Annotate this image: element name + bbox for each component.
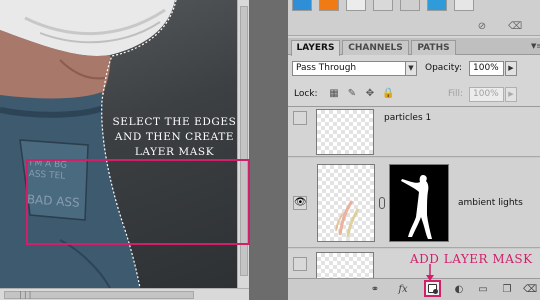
opacity-slider-arrow-icon[interactable]: ▶	[505, 61, 517, 76]
folder-icon[interactable]: ▭	[476, 284, 490, 296]
swatch[interactable]	[319, 0, 339, 11]
swatch[interactable]	[427, 0, 447, 11]
lock-label: Lock:	[294, 89, 318, 99]
trash-icon[interactable]: ⌫	[523, 284, 537, 296]
fill-label: Fill:	[448, 89, 464, 99]
tab-channels[interactable]: CHANNELS	[342, 40, 409, 55]
selected-layer-highlight	[26, 159, 250, 245]
layer-mask-thumbnail[interactable]	[389, 164, 449, 242]
lock-position-icon[interactable]: ✥	[364, 88, 376, 100]
layers-bottom-bar: ⚭ fx ◐ ▭ ❐ ⌫	[288, 278, 540, 300]
swatch[interactable]	[400, 0, 420, 11]
opacity-field[interactable]: 100%	[469, 61, 504, 76]
adjustment-icon[interactable]: ◐	[452, 284, 466, 296]
opacity-label: Opacity:	[425, 63, 462, 73]
callout-arrow-icon	[426, 264, 434, 281]
scroll-grip-icon: |||	[18, 290, 33, 299]
link-icon[interactable]: ⚭	[368, 284, 382, 296]
no-icon[interactable]: ⊘	[476, 21, 488, 33]
eye-icon[interactable]: 👁	[293, 196, 307, 210]
fx-icon[interactable]: fx	[396, 284, 410, 296]
visibility-toggle[interactable]	[293, 111, 307, 125]
horizontal-scrollbar[interactable]: |||	[0, 288, 249, 300]
mask-link-icon[interactable]	[379, 197, 385, 209]
photoshop-window: I'M A BG ASS TEL BAD ASS SELECT THE EDGE…	[0, 0, 540, 300]
tutorial-note-line: SELECT THE EDGES	[112, 116, 237, 128]
layer-name[interactable]: particles 1	[384, 113, 431, 123]
panel-menu-icon[interactable]: ▼≡	[531, 42, 540, 50]
new-layer-icon[interactable]: ❐	[500, 284, 514, 296]
chevron-down-icon[interactable]: ▼	[405, 61, 417, 76]
lock-all-icon[interactable]: 🔒	[382, 88, 394, 100]
layer-name[interactable]: ambient lights	[458, 198, 523, 208]
panel-tabs: LAYERS CHANNELS PATHS	[288, 38, 540, 56]
layer-row-selected[interactable]: 👁 ambient lights	[288, 158, 540, 248]
swatch[interactable]	[292, 0, 312, 11]
blend-mode-select[interactable]: Pass Through	[292, 61, 416, 76]
add-layer-mask-icon	[428, 284, 438, 294]
lock-transparent-icon[interactable]: ▦	[328, 88, 340, 100]
panel-divider	[249, 0, 288, 300]
layer-thumbnail[interactable]	[316, 109, 374, 155]
dancer-silhouette	[401, 175, 432, 239]
visibility-toggle[interactable]	[293, 257, 307, 271]
horizontal-scroll-thumb[interactable]	[4, 291, 194, 299]
lock-image-icon[interactable]: ✎	[346, 88, 358, 100]
layer-thumbnail[interactable]	[316, 252, 374, 279]
tab-paths[interactable]: PATHS	[411, 40, 456, 55]
layer-thumbnail[interactable]	[317, 164, 375, 242]
swatches-panel: ⊘ ⌫	[288, 0, 540, 36]
swatch[interactable]	[454, 0, 474, 11]
tutorial-note-line: LAYER MASK	[134, 146, 215, 158]
tutorial-note: SELECT THE EDGES AND THEN CREATE LAYER M…	[112, 115, 237, 160]
fill-slider-arrow-icon[interactable]: ▶	[505, 87, 517, 102]
swatch[interactable]	[346, 0, 366, 11]
layer-row[interactable]: particles 1	[288, 107, 540, 157]
add-layer-mask-button[interactable]	[424, 280, 441, 297]
swatch[interactable]	[373, 0, 393, 11]
light-streaks	[335, 200, 360, 238]
tab-layers[interactable]: LAYERS	[291, 40, 340, 56]
tutorial-note-line: AND THEN CREATE	[114, 131, 235, 143]
fill-field[interactable]: 100%	[469, 87, 504, 102]
trash-icon[interactable]: ⌫	[508, 21, 522, 33]
